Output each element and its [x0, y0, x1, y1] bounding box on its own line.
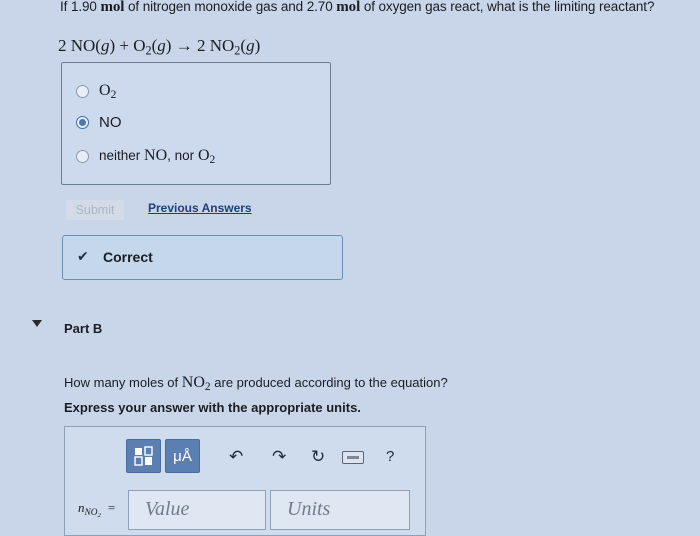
value-input[interactable]: Value: [128, 490, 266, 530]
question-text-middle: of nitrogen monoxide gas and 2.70: [128, 0, 333, 14]
question-text-end: of oxygen gas react, what is the limitin…: [363, 0, 655, 14]
question-text: If 1.90 mol of nitrogen monoxide gas and…: [60, 0, 654, 16]
answer-instruction: Express your answer with the appropriate…: [64, 400, 361, 415]
feedback-box: ✔ Correct: [62, 235, 343, 280]
checkmark-icon: ✔: [77, 248, 89, 264]
option-o2[interactable]: O2: [76, 82, 117, 102]
part-b-question: How many moles of NO2 are produced accor…: [64, 374, 448, 394]
option-label: O2: [99, 82, 117, 102]
help-icon[interactable]: ?: [386, 448, 394, 465]
unit-mol: mol: [336, 0, 361, 15]
option-neither[interactable]: neither NO, nor O2: [76, 147, 216, 167]
reset-icon[interactable]: ↻: [311, 447, 325, 467]
feedback-label: Correct: [103, 249, 153, 265]
answer-options: O2 NO neither NO, nor O2: [61, 62, 331, 185]
redo-icon[interactable]: ↷: [272, 447, 286, 467]
answer-variable-label: nNO2 =: [78, 500, 116, 519]
option-label: NO: [99, 114, 122, 131]
collapse-triangle-icon[interactable]: [32, 320, 42, 327]
unit-mol: mol: [100, 0, 125, 15]
radio-button-selected[interactable]: [76, 116, 89, 129]
submit-button[interactable]: Submit: [66, 200, 124, 220]
value-placeholder: Value: [145, 498, 190, 520]
part-b-title[interactable]: Part B: [64, 321, 102, 336]
math-toolbar: μÅ ↶ ↷ ↻ ?: [126, 439, 422, 475]
units-placeholder: Units: [287, 498, 331, 520]
keyboard-icon[interactable]: [342, 451, 364, 464]
fraction-template-icon[interactable]: [126, 439, 161, 473]
radio-button[interactable]: [76, 84, 89, 98]
option-label: neither NO, nor O2: [99, 147, 216, 167]
undo-icon[interactable]: ↶: [229, 447, 243, 467]
units-input[interactable]: Units: [270, 490, 410, 530]
option-no[interactable]: NO: [76, 114, 122, 131]
previous-answers-link[interactable]: Previous Answers: [148, 201, 252, 215]
question-text-start: If 1.90: [60, 0, 97, 14]
reaction-equation: 2 NO(g) + O2(g) → 2 NO2(g): [58, 36, 261, 58]
units-button[interactable]: μÅ: [165, 439, 200, 473]
radio-button[interactable]: [76, 149, 89, 163]
